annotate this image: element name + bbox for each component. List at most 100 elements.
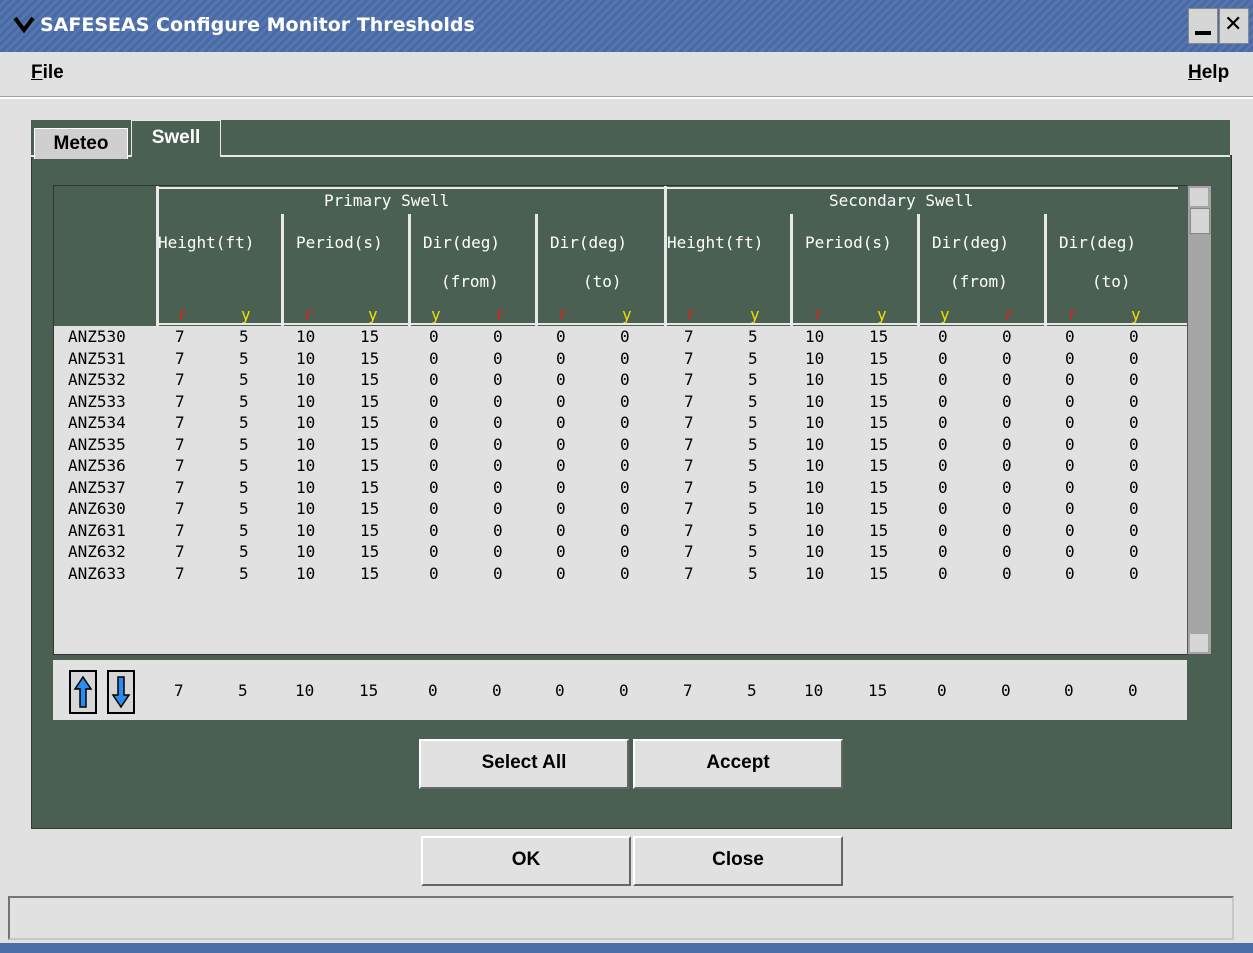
threshold-value[interactable]: 10 bbox=[805, 391, 824, 412]
threshold-value[interactable]: 0 bbox=[1065, 391, 1075, 412]
menu-file[interactable]: File bbox=[31, 62, 64, 84]
threshold-value[interactable]: 7 bbox=[684, 412, 694, 433]
threshold-value[interactable]: 15 bbox=[360, 412, 379, 433]
threshold-value[interactable]: 0 bbox=[556, 434, 566, 455]
threshold-value[interactable]: 5 bbox=[748, 326, 758, 347]
threshold-value[interactable]: 0 bbox=[938, 498, 948, 519]
entry-value-field[interactable]: 7 bbox=[683, 680, 693, 701]
entry-value-field[interactable]: 0 bbox=[1064, 680, 1074, 701]
threshold-value[interactable]: 0 bbox=[556, 541, 566, 562]
threshold-value[interactable]: 5 bbox=[239, 391, 249, 412]
threshold-value[interactable]: 0 bbox=[493, 348, 503, 369]
threshold-value[interactable]: 5 bbox=[748, 455, 758, 476]
threshold-value[interactable]: 15 bbox=[869, 477, 888, 498]
threshold-value[interactable]: 5 bbox=[239, 563, 249, 584]
threshold-value[interactable]: 15 bbox=[360, 563, 379, 584]
tab-meteo[interactable]: Meteo bbox=[34, 128, 128, 159]
threshold-value[interactable]: 15 bbox=[360, 326, 379, 347]
threshold-value[interactable]: 15 bbox=[360, 455, 379, 476]
entry-value-field[interactable]: 5 bbox=[238, 680, 248, 701]
threshold-value[interactable]: 15 bbox=[360, 498, 379, 519]
threshold-value[interactable]: 10 bbox=[805, 455, 824, 476]
select-all-button[interactable]: Select All bbox=[419, 739, 629, 789]
threshold-value[interactable]: 0 bbox=[620, 541, 630, 562]
table-row[interactable]: ANZ630 7 5 10 15 0 0 0 0 7 5 10 15 0 0 0 0 bbox=[54, 498, 1188, 520]
threshold-value[interactable]: 0 bbox=[493, 541, 503, 562]
tab-swell[interactable]: Swell bbox=[131, 120, 221, 157]
threshold-value[interactable]: 15 bbox=[869, 434, 888, 455]
threshold-value[interactable]: 0 bbox=[1065, 477, 1075, 498]
threshold-value[interactable]: 0 bbox=[1129, 541, 1139, 562]
threshold-value[interactable]: 0 bbox=[1129, 326, 1139, 347]
entry-value-field[interactable]: 5 bbox=[747, 680, 757, 701]
threshold-value[interactable]: 10 bbox=[296, 541, 315, 562]
minimize-button[interactable] bbox=[1188, 8, 1218, 44]
threshold-value[interactable]: 0 bbox=[1002, 369, 1012, 390]
threshold-value[interactable]: 0 bbox=[938, 434, 948, 455]
threshold-value[interactable]: 0 bbox=[1065, 412, 1075, 433]
ok-button[interactable]: OK bbox=[421, 836, 631, 886]
threshold-value[interactable]: 10 bbox=[296, 477, 315, 498]
threshold-value[interactable]: 0 bbox=[493, 520, 503, 541]
threshold-value[interactable]: 7 bbox=[684, 326, 694, 347]
vertical-scrollbar[interactable] bbox=[1187, 185, 1212, 655]
entry-value-field[interactable]: 0 bbox=[555, 680, 565, 701]
threshold-value[interactable]: 0 bbox=[938, 326, 948, 347]
threshold-value[interactable]: 5 bbox=[748, 412, 758, 433]
threshold-value[interactable]: 0 bbox=[1129, 412, 1139, 433]
threshold-value[interactable]: 10 bbox=[805, 563, 824, 584]
threshold-value[interactable]: 0 bbox=[1002, 412, 1012, 433]
threshold-value[interactable]: 5 bbox=[748, 348, 758, 369]
threshold-value[interactable]: 15 bbox=[360, 541, 379, 562]
threshold-value[interactable]: 0 bbox=[1002, 348, 1012, 369]
threshold-value[interactable]: 10 bbox=[296, 498, 315, 519]
threshold-value[interactable]: 15 bbox=[869, 391, 888, 412]
threshold-value[interactable]: 5 bbox=[239, 348, 249, 369]
threshold-value[interactable]: 7 bbox=[175, 477, 185, 498]
threshold-value[interactable]: 7 bbox=[175, 434, 185, 455]
threshold-value[interactable]: 0 bbox=[938, 391, 948, 412]
threshold-value[interactable]: 10 bbox=[296, 412, 315, 433]
threshold-value[interactable]: 0 bbox=[1002, 326, 1012, 347]
threshold-value[interactable]: 15 bbox=[869, 348, 888, 369]
threshold-value[interactable]: 5 bbox=[239, 434, 249, 455]
threshold-value[interactable]: 0 bbox=[1002, 391, 1012, 412]
threshold-value[interactable]: 0 bbox=[1065, 520, 1075, 541]
threshold-value[interactable]: 0 bbox=[429, 477, 439, 498]
threshold-value[interactable]: 0 bbox=[493, 563, 503, 584]
threshold-value[interactable]: 0 bbox=[1129, 498, 1139, 519]
threshold-value[interactable]: 15 bbox=[869, 498, 888, 519]
threshold-value[interactable]: 0 bbox=[1129, 348, 1139, 369]
threshold-value[interactable]: 0 bbox=[429, 563, 439, 584]
threshold-value[interactable]: 0 bbox=[556, 326, 566, 347]
scroll-up-button[interactable] bbox=[1190, 188, 1208, 206]
threshold-value[interactable]: 10 bbox=[296, 348, 315, 369]
threshold-value[interactable]: 15 bbox=[869, 326, 888, 347]
table-row[interactable]: ANZ532 7 5 10 15 0 0 0 0 7 5 10 15 0 0 0 0 bbox=[54, 369, 1188, 391]
threshold-value[interactable]: 0 bbox=[620, 498, 630, 519]
threshold-value[interactable]: 0 bbox=[556, 369, 566, 390]
threshold-value[interactable]: 0 bbox=[620, 434, 630, 455]
threshold-value[interactable]: 15 bbox=[360, 391, 379, 412]
threshold-value[interactable]: 0 bbox=[556, 477, 566, 498]
threshold-value[interactable]: 0 bbox=[493, 477, 503, 498]
entry-value-field[interactable]: 15 bbox=[868, 680, 887, 701]
threshold-value[interactable]: 10 bbox=[805, 434, 824, 455]
move-up-button[interactable] bbox=[69, 670, 97, 714]
threshold-value[interactable]: 0 bbox=[429, 498, 439, 519]
threshold-value[interactable]: 0 bbox=[938, 412, 948, 433]
threshold-value[interactable]: 5 bbox=[748, 498, 758, 519]
threshold-value[interactable]: 0 bbox=[1002, 498, 1012, 519]
table-row[interactable]: ANZ533 7 5 10 15 0 0 0 0 7 5 10 15 0 0 0 0 bbox=[54, 391, 1188, 413]
threshold-value[interactable]: 15 bbox=[360, 348, 379, 369]
threshold-value[interactable]: 0 bbox=[1129, 369, 1139, 390]
entry-value-field[interactable]: 0 bbox=[619, 680, 629, 701]
threshold-value[interactable]: 0 bbox=[1002, 520, 1012, 541]
threshold-value[interactable]: 0 bbox=[1002, 541, 1012, 562]
threshold-value[interactable]: 0 bbox=[1065, 455, 1075, 476]
threshold-value[interactable]: 0 bbox=[493, 434, 503, 455]
close-window-button[interactable]: ✕ bbox=[1219, 8, 1249, 44]
window-menu-icon[interactable] bbox=[12, 12, 36, 36]
threshold-value[interactable]: 7 bbox=[684, 455, 694, 476]
threshold-value[interactable]: 0 bbox=[556, 498, 566, 519]
